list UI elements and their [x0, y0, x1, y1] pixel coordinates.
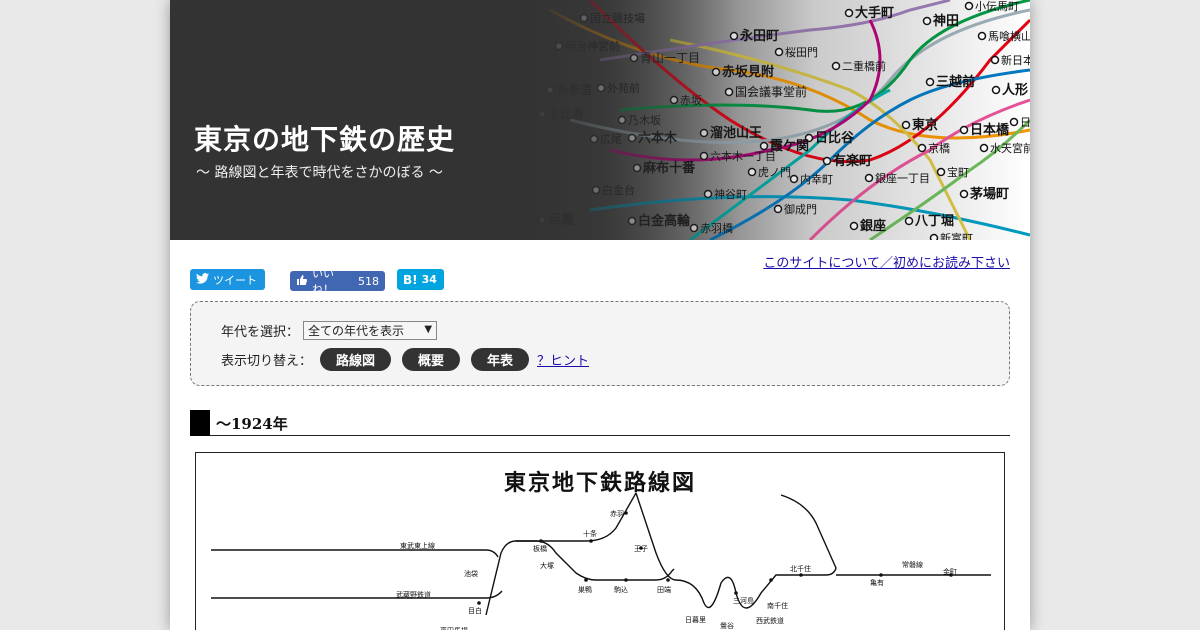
- page: 大手町神田永田町赤坂見附国会議事堂前桜田門二重橋前三越前人形明治神宮前青山一丁目…: [170, 0, 1030, 630]
- about-link[interactable]: このサイトについて／初めにお読み下さい: [763, 252, 1010, 271]
- map-station-label: 三河島: [733, 596, 754, 605]
- map-station-label: 大塚: [540, 561, 554, 570]
- map-station-label: 武蔵野鉄道: [396, 590, 431, 599]
- map-station-label: 王子: [634, 545, 648, 553]
- era-selected-value: 全ての年代を表示: [308, 324, 405, 338]
- map-station-label: 高田馬場: [440, 626, 468, 630]
- map-station-label: 板橋: [533, 544, 547, 553]
- era-select[interactable]: 全ての年代を表示 ▼: [303, 321, 438, 340]
- map-station-label: 日暮里: [685, 615, 706, 624]
- map-station-label: 駒込: [614, 585, 628, 594]
- map-station-label: 巣鴨: [578, 585, 592, 594]
- view-label: 表示切り替え：: [221, 354, 313, 369]
- twitter-bird-icon: [196, 272, 209, 287]
- page-subtitle: ～ 路線図と年表で時代をさかのぼる ～: [196, 165, 443, 181]
- map-station-label: 東武東上線: [400, 541, 435, 550]
- map-station-label: 池袋: [464, 569, 478, 578]
- route-map-button[interactable]: 路線図: [320, 348, 392, 371]
- like-label: いいね！: [312, 267, 334, 296]
- hatena-count: 34: [421, 273, 437, 286]
- map-station-label: 鶯谷: [720, 621, 734, 630]
- like-count: 518: [358, 274, 379, 288]
- map-station-label: 十条: [583, 529, 597, 538]
- map-station-label: 金町: [943, 567, 957, 576]
- map-station-label: 常磐線: [902, 560, 923, 569]
- section-title: ～1924年: [216, 415, 288, 433]
- tweet-button[interactable]: ツイート: [190, 269, 265, 290]
- hatena-bookmark-button[interactable]: B! 34: [397, 269, 444, 290]
- timeline-button[interactable]: 年表: [471, 348, 530, 371]
- map-station-label: 北千住: [790, 564, 811, 573]
- map-station-label: 目白: [468, 606, 482, 615]
- overview-button[interactable]: 概要: [402, 348, 461, 371]
- era-row: 年代を選択： 全ての年代を表示 ▼: [221, 321, 438, 340]
- historic-rail-map: 赤羽十条板橋 王子池袋 大塚巣鴨 駒込 田端目白日暮里 三河島南千住 北千住亀有 金町 東武東上…: [211, 492, 991, 630]
- heading-marker: [190, 410, 210, 436]
- hatena-b-icon: B!: [403, 272, 418, 287]
- dropdown-arrow-icon: ▼: [424, 324, 433, 335]
- view-toggle-row: 表示切り替え： 路線図 概要 年表 ？ヒント: [221, 348, 589, 371]
- map-station-label: 赤羽: [610, 510, 624, 518]
- section-heading: ～1924年: [190, 410, 1010, 436]
- era-label: 年代を選択：: [221, 325, 300, 340]
- route-map-figure: 東京地下鉄路線図 赤羽 十条 板橋 王子 池袋 大塚 巣鴨 駒込 田端 目白 日…: [195, 452, 1005, 630]
- tweet-label: ツイート: [213, 273, 257, 287]
- page-title: 東京の地下鉄の歴史: [194, 123, 456, 156]
- hint-link[interactable]: ？ヒント: [537, 350, 589, 369]
- map-station-label: 西武鉄道: [756, 616, 784, 625]
- thumbs-up-icon: [296, 274, 308, 289]
- map-station-label: 亀有: [870, 578, 884, 587]
- hero-banner: 大手町神田永田町赤坂見附国会議事堂前桜田門二重橋前三越前人形明治神宮前青山一丁目…: [170, 0, 1030, 240]
- control-panel: 年代を選択： 全ての年代を表示 ▼ 表示切り替え： 路線図 概要 年表 ？ヒント: [190, 301, 1010, 386]
- map-station-label: 田端: [657, 585, 671, 594]
- facebook-like-button[interactable]: いいね！ 518: [290, 267, 385, 296]
- map-station-label: 南千住: [767, 601, 788, 610]
